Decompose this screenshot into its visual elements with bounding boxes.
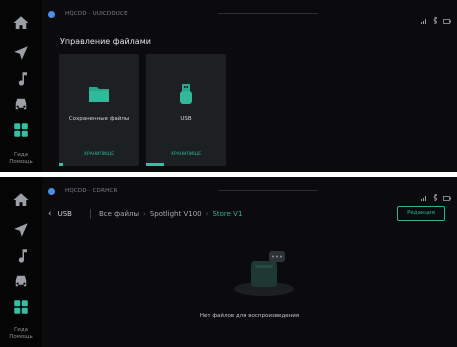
car-icon[interactable] — [12, 95, 30, 113]
rail-footer-label-2[interactable]: Помощь — [2, 334, 40, 341]
chevron-right-icon: › — [205, 210, 209, 218]
rail-footer-label-2[interactable]: Помощь — [2, 159, 40, 166]
signal-icon — [421, 9, 427, 28]
apps-grid-icon[interactable] — [12, 121, 30, 139]
breadcrumb: ‹ USB Все файлы › Spotlight V100 › Store… — [48, 209, 242, 219]
music-icon[interactable] — [12, 247, 30, 265]
card-label: USB — [180, 116, 192, 122]
usb-folder-screen: Гида Помощь HQCDD · CDRHCR ‹ USB Все фай… — [0, 177, 457, 347]
edit-button[interactable]: Редакция — [397, 206, 445, 221]
breadcrumb-item[interactable]: Spotlight V100 — [150, 210, 202, 218]
empty-state-illustration-icon — [229, 247, 299, 297]
card-label: Сохраненные файлы — [68, 116, 130, 122]
saved-files-card[interactable]: Сохраненные файлы ХРАНИЛИЩЕ — [59, 54, 139, 166]
app-indicator-icon — [48, 187, 55, 195]
status-divider — [218, 13, 318, 14]
breadcrumb-divider — [89, 209, 91, 219]
rail-footer-label[interactable]: Гида — [2, 152, 40, 159]
side-rail: Гида Помощь — [0, 177, 42, 347]
signal-icon — [421, 186, 427, 205]
battery-icon — [443, 186, 451, 205]
breadcrumb-item[interactable]: Все файлы — [99, 210, 139, 218]
card-storage-label: ХРАНИЛИЩЕ — [83, 152, 115, 157]
page-title: Управление файлами — [60, 37, 151, 46]
rail-footer-label[interactable]: Гида — [2, 327, 40, 334]
status-bar: HQCDD · UUICDDUCE — [48, 8, 128, 20]
empty-state-message: Нет файлов для воспроизведения — [199, 313, 300, 319]
car-icon[interactable] — [12, 272, 30, 290]
navigation-icon[interactable] — [12, 221, 30, 239]
home-icon[interactable] — [12, 191, 30, 209]
status-text: HQCDD · CDRHCR — [65, 188, 118, 194]
folder-icon — [87, 82, 111, 106]
side-rail: Гида Помощь — [0, 0, 42, 172]
navigation-icon[interactable] — [12, 44, 30, 62]
bluetooth-icon — [433, 186, 438, 205]
status-text: HQCDD · UUICDDUCE — [65, 11, 128, 17]
card-storage-label: ХРАНИЛИЩЕ — [170, 152, 202, 157]
status-icons — [421, 9, 451, 28]
music-icon[interactable] — [12, 70, 30, 88]
status-icons — [421, 186, 451, 205]
storage-progress-bar — [146, 163, 164, 166]
battery-icon — [443, 9, 451, 28]
usb-card[interactable]: USB ХРАНИЛИЩЕ — [146, 54, 226, 166]
storage-progress-bar — [59, 163, 63, 166]
status-bar: HQCDD · CDRHCR — [48, 185, 118, 197]
app-indicator-icon — [48, 10, 55, 18]
bluetooth-icon — [433, 9, 438, 28]
home-icon[interactable] — [12, 14, 30, 32]
back-chevron-icon[interactable]: ‹ — [48, 209, 52, 219]
usb-drive-icon — [174, 82, 198, 106]
back-label[interactable]: USB — [58, 210, 72, 218]
file-manager-screen: Гида Помощь HQCDD · UUICDDUCE Управление… — [0, 0, 457, 172]
breadcrumb-current: Store V1 — [212, 210, 243, 218]
chevron-right-icon: › — [143, 210, 146, 218]
status-divider — [218, 190, 318, 191]
